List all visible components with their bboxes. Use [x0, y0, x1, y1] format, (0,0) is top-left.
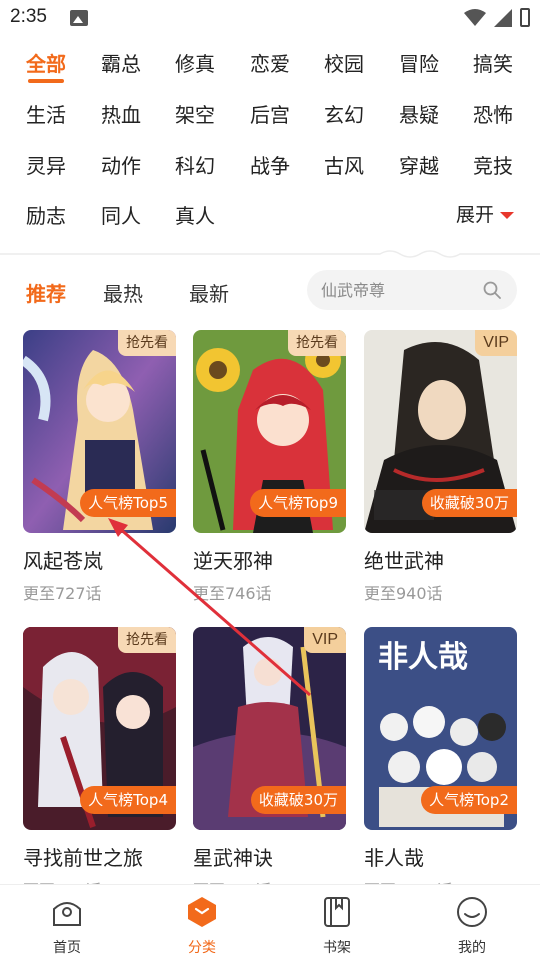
- early-access-badge: 抢先看: [118, 330, 176, 356]
- category-item[interactable]: 科幻: [165, 150, 225, 179]
- category-item[interactable]: 竞技: [463, 150, 523, 179]
- smile-face-icon: [457, 897, 487, 927]
- category-item[interactable]: 励志: [16, 200, 76, 229]
- category-item[interactable]: 灵异: [16, 150, 76, 179]
- comic-title[interactable]: 绝世武神: [364, 545, 517, 574]
- category-item[interactable]: 悬疑: [389, 99, 449, 128]
- search-icon[interactable]: [483, 281, 501, 299]
- comic-card[interactable]: 抢先看 人气榜Top4 寻找前世之旅 更至799话: [23, 627, 176, 901]
- category-row: 灵异 动作 科幻 战争 古风 穿越 竞技: [0, 150, 540, 190]
- category-row: 励志 同人 真人 展开: [0, 200, 540, 240]
- comic-cover[interactable]: 抢先看 人气榜Top5: [23, 330, 176, 533]
- cover-title-text: 非人哉: [378, 640, 468, 675]
- nav-home[interactable]: 首页: [27, 895, 107, 957]
- category-item[interactable]: 动作: [91, 150, 151, 179]
- category-item[interactable]: 同人: [91, 200, 151, 229]
- nav-label: 分类: [188, 940, 216, 956]
- rank-badge: 人气榜Top5: [80, 489, 176, 517]
- comic-card[interactable]: VIP 收藏破30万 星武神诀 更至330话: [193, 627, 346, 901]
- category-item[interactable]: 架空: [165, 99, 225, 128]
- category-item[interactable]: 古风: [314, 150, 374, 179]
- tab-bar: 推荐 最热 最新: [0, 270, 540, 312]
- comic-cover[interactable]: 抢先看 人气榜Top9: [193, 330, 346, 533]
- status-bar: 2:35: [0, 0, 540, 38]
- comic-update: 更至746话: [193, 584, 272, 603]
- comic-update: 更至727话: [23, 584, 102, 603]
- tab-newest[interactable]: 最新: [189, 278, 229, 307]
- category-item[interactable]: 热血: [91, 99, 151, 128]
- vip-badge: VIP: [475, 330, 517, 356]
- category-item[interactable]: 玄幻: [314, 99, 374, 128]
- vip-badge: VIP: [304, 627, 346, 653]
- nav-profile[interactable]: 我的: [432, 895, 512, 957]
- search-box[interactable]: [307, 270, 517, 310]
- category-item[interactable]: 恐怖: [463, 99, 523, 128]
- comic-update: 更至940话: [364, 584, 443, 603]
- comic-title[interactable]: 非人哉: [364, 842, 517, 871]
- image-notification-icon: [70, 10, 88, 26]
- rank-badge: 人气榜Top2: [421, 786, 517, 814]
- comic-title[interactable]: 寻找前世之旅: [23, 842, 176, 871]
- favorites-badge: 收藏破30万: [250, 786, 346, 814]
- comic-cover[interactable]: 抢先看 人气榜Top4: [23, 627, 176, 830]
- rank-badge: 人气榜Top4: [80, 786, 176, 814]
- nav-label: 我的: [458, 940, 486, 956]
- category-item[interactable]: 后宫: [240, 99, 300, 128]
- comic-cover[interactable]: VIP 收藏破30万: [364, 330, 517, 533]
- category-item[interactable]: 战争: [240, 150, 300, 179]
- category-item[interactable]: 校园: [314, 48, 374, 77]
- category-all[interactable]: 全部: [16, 48, 76, 83]
- favorites-badge: 收藏破30万: [421, 489, 517, 517]
- category-item[interactable]: 恋爱: [240, 48, 300, 77]
- triangle-down-icon: [500, 212, 514, 219]
- search-input[interactable]: [321, 278, 481, 302]
- comic-title[interactable]: 风起苍岚: [23, 545, 176, 574]
- signal-icon: [494, 8, 512, 27]
- nav-label: 首页: [53, 940, 81, 956]
- expand-label: 展开: [455, 204, 494, 226]
- comic-cover[interactable]: 非人哉 人气榜Top2: [364, 627, 517, 830]
- category-item[interactable]: 生活: [16, 99, 76, 128]
- nav-category[interactable]: 分类: [162, 895, 242, 957]
- comic-card[interactable]: VIP 收藏破30万 绝世武神 更至940话: [364, 330, 517, 604]
- section-divider: [0, 250, 540, 258]
- category-item[interactable]: 搞笑: [463, 48, 523, 77]
- comic-card[interactable]: 抢先看 人气榜Top9 逆天邪神 更至746话: [193, 330, 346, 604]
- bottom-nav: 首页 分类 书架 我的: [0, 884, 540, 960]
- book-icon: [324, 897, 350, 927]
- expand-button[interactable]: 展开: [456, 200, 514, 227]
- nav-label: 书架: [323, 940, 351, 956]
- category-item[interactable]: 霸总: [91, 48, 151, 77]
- tab-recommend[interactable]: 推荐: [26, 278, 66, 307]
- rank-badge: 人气榜Top9: [250, 489, 346, 517]
- comic-title[interactable]: 星武神诀: [193, 842, 346, 871]
- battery-icon: [520, 8, 530, 27]
- comic-cover[interactable]: VIP 收藏破30万: [193, 627, 346, 830]
- early-access-badge: 抢先看: [288, 330, 346, 356]
- tab-hottest[interactable]: 最热: [103, 278, 143, 307]
- comic-card[interactable]: 非人哉 人气榜Top2 非人哉 更至1155话: [364, 627, 517, 901]
- category-item[interactable]: 穿越: [389, 150, 449, 179]
- category-row: 生活 热血 架空 后宫 玄幻 悬疑 恐怖: [0, 99, 540, 139]
- category-item[interactable]: 冒险: [389, 48, 449, 77]
- comic-title[interactable]: 逆天邪神: [193, 545, 346, 574]
- status-time: 2:35: [10, 6, 47, 27]
- category-cube-icon: [188, 897, 216, 927]
- home-icon: [53, 902, 81, 926]
- nav-bookshelf[interactable]: 书架: [297, 895, 377, 957]
- category-row: 全部 霸总 修真 恋爱 校园 冒险 搞笑: [0, 48, 540, 88]
- category-item[interactable]: 真人: [165, 200, 225, 229]
- wifi-icon: [464, 8, 486, 26]
- comic-card[interactable]: 抢先看 人气榜Top5 风起苍岚 更至727话: [23, 330, 176, 604]
- early-access-badge: 抢先看: [118, 627, 176, 653]
- category-item[interactable]: 修真: [165, 48, 225, 77]
